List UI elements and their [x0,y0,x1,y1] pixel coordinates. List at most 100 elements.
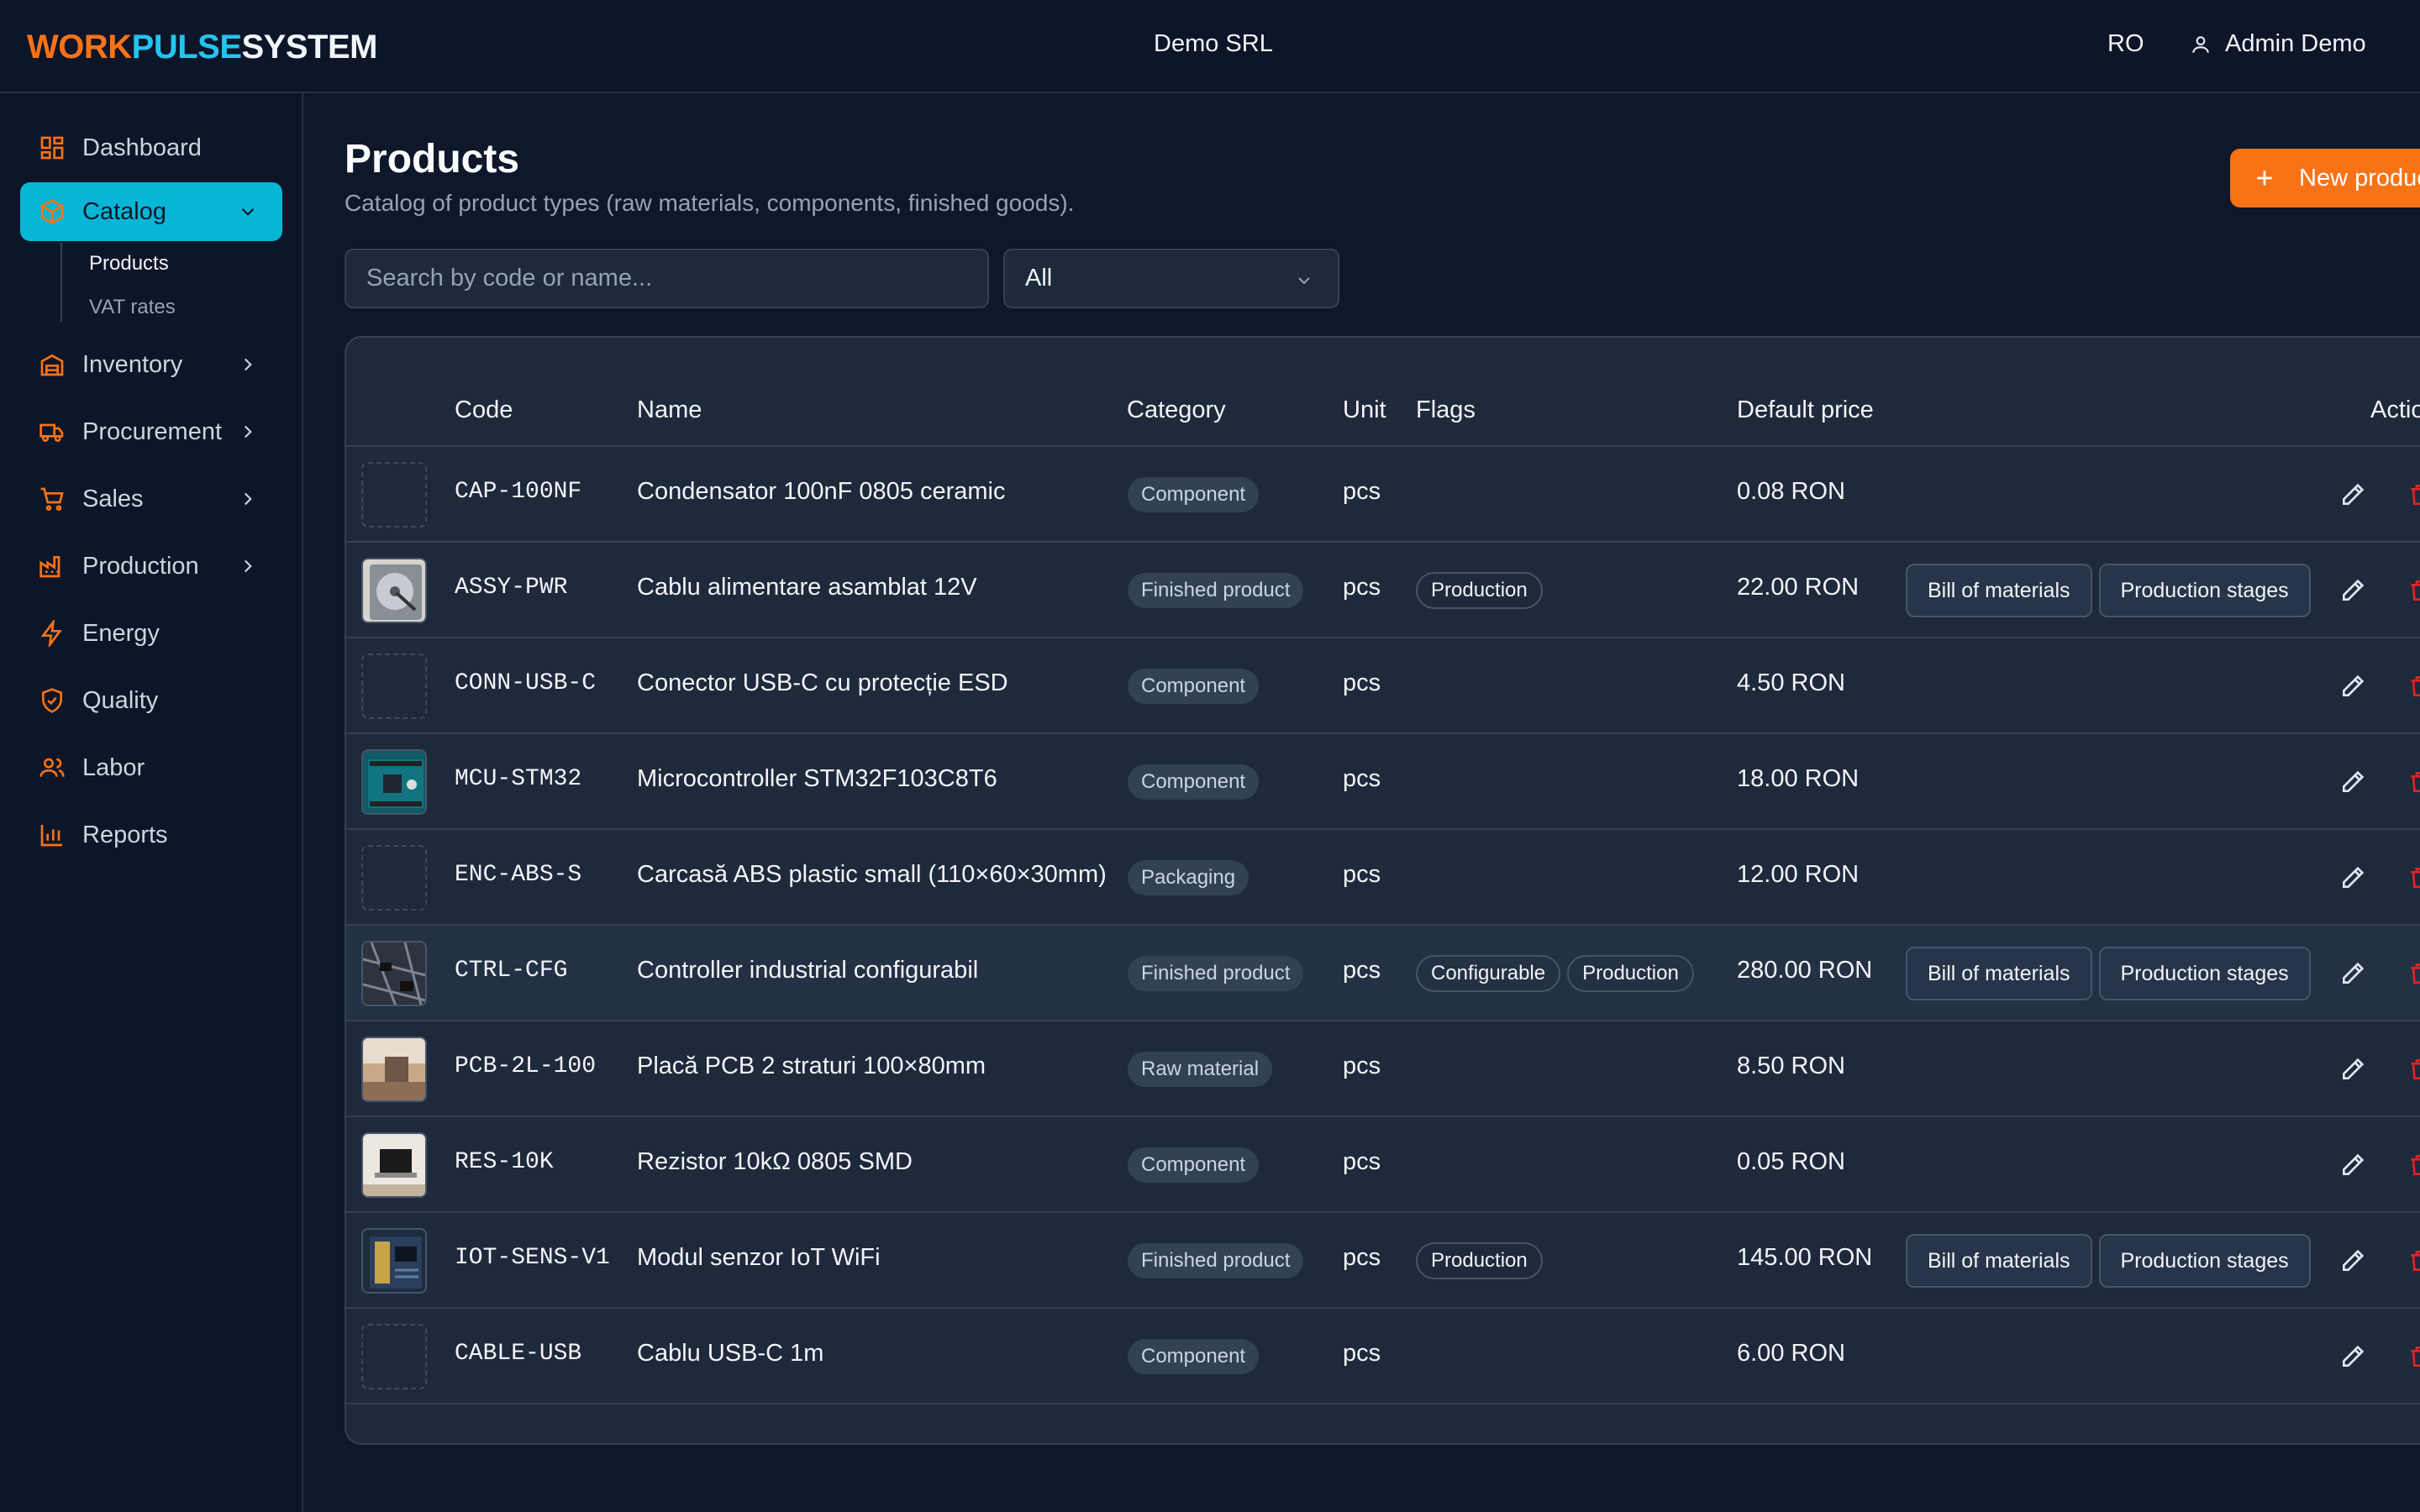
product-price: 280.00 RON [1737,957,1873,984]
edit-icon[interactable] [2339,769,2366,795]
product-code: RES-10K [455,1149,554,1175]
sidebar-item-labor[interactable]: Labor [20,738,282,797]
edit-icon[interactable] [2339,960,2366,987]
product-thumbnail [361,462,427,528]
delete-icon[interactable] [2407,769,2420,795]
bill-of-materials-button[interactable]: Bill of materials [1906,947,2092,1000]
product-code: MCU-STM32 [455,766,582,792]
product-code: ASSY-PWR [455,575,568,601]
product-thumbnail [361,941,427,1006]
edit-icon[interactable] [2339,673,2366,700]
column-header-category[interactable]: Category [1127,396,1226,424]
language-switcher[interactable]: RO [2107,30,2144,58]
edit-icon[interactable] [2339,864,2366,891]
sidebar-item-quality[interactable]: Quality [20,671,282,730]
category-filter-select[interactable]: All [1003,249,1339,308]
edit-icon[interactable] [2339,1056,2366,1083]
edit-icon[interactable] [2339,1343,2366,1370]
delete-icon[interactable] [2407,481,2420,508]
sidebar-item-inventory[interactable]: Inventory [20,335,282,394]
delete-icon[interactable] [2407,1152,2420,1179]
edit-icon[interactable] [2339,481,2366,508]
delete-icon[interactable] [2407,864,2420,891]
category-badge: Component [1128,669,1260,704]
delete-icon[interactable] [2407,960,2420,987]
product-unit: pcs [1343,765,1381,792]
edit-icon[interactable] [2339,1152,2366,1179]
category-badge: Component [1128,764,1260,800]
table-row[interactable]: ASSY-PWR Cablu alimentare asamblat 12V Fin… [346,543,2420,638]
company-name[interactable]: Demo SRL [1154,30,1273,58]
product-price: 0.08 RON [1737,478,1845,505]
delete-icon[interactable] [2407,1056,2420,1083]
sidebar-item-production[interactable]: Production [20,537,282,596]
production-stages-button[interactable]: Production stages [2098,947,2311,1000]
delete-icon[interactable] [2407,577,2420,604]
product-price: 22.00 RON [1737,574,1860,601]
sidebar-item-procurement[interactable]: Procurement [20,402,282,461]
product-unit: pcs [1343,1053,1381,1079]
delete-icon[interactable] [2407,1247,2420,1274]
sidebar-item-sales[interactable]: Sales [20,470,282,528]
catalog-icon [39,198,66,225]
delete-icon[interactable] [2407,1343,2420,1370]
product-thumbnail [361,845,427,911]
table-row[interactable]: RES-10K Rezistor 10kΩ 0805 SMD Component pc… [346,1117,2420,1213]
column-header-unit[interactable]: Unit [1343,396,1386,424]
page-title: Products [345,137,520,181]
edit-icon[interactable] [2339,577,2366,604]
bill-of-materials-button[interactable]: Bill of materials [1906,564,2092,617]
table-row[interactable]: MCU-STM32 Microcontroller STM32F103C8T6 Co… [346,734,2420,830]
product-unit: pcs [1343,1340,1381,1367]
delete-icon[interactable] [2407,673,2420,700]
new-product-button[interactable]: New product [2230,149,2420,207]
table-row[interactable]: CTRL-CFG Controller industrial configurab… [346,926,2420,1021]
sidebar-item-catalog[interactable]: Catalog [20,182,282,241]
app-logo[interactable]: WORKPULSESYSTEM [27,29,377,66]
search-input[interactable] [345,249,989,308]
flags-cell: Production [1416,1242,1543,1279]
column-header-code[interactable]: Code [455,396,513,424]
flag-badge: Configurable [1416,955,1561,992]
product-name: Controller industrial configurabil [637,957,979,984]
product-thumbnail [361,558,427,623]
flags-cell: Production [1416,572,1543,609]
production-stages-button[interactable]: Production stages [2098,1234,2311,1288]
chevron-right-icon [244,559,252,573]
chevron-right-icon [244,492,252,506]
bill-of-materials-button[interactable]: Bill of materials [1906,1234,2092,1288]
sidebar-item-energy[interactable]: Energy [20,604,282,663]
table-row[interactable]: CABLE-USB Cablu USB-C 1m Component pcs 6.00 … [346,1309,2420,1404]
category-badge: Raw material [1128,1052,1273,1087]
dashboard-icon [39,134,66,161]
table-row[interactable]: CAP-100NF Condensator 100nF 0805 ceramic C… [346,447,2420,543]
column-header-price[interactable]: Default price [1737,396,1874,424]
flag-badge: Production [1416,1242,1543,1279]
table-row[interactable]: CONN-USB-C Conector USB-C cu protecție ES… [346,638,2420,734]
product-thumbnail [361,1132,427,1198]
sidebar-item-reports[interactable]: Reports [20,806,282,864]
product-thumbnail [361,654,427,719]
product-thumbnail [361,1228,427,1294]
sidebar-item-dashboard[interactable]: Dashboard [20,118,282,177]
product-price: 12.00 RON [1737,861,1860,888]
production-stages-button[interactable]: Production stages [2098,564,2311,617]
chevron-right-icon [244,358,252,371]
category-badge: Component [1128,1339,1260,1374]
plus-icon [2257,171,2272,186]
table-row[interactable]: ENC-ABS-S Carcasă ABS plastic small (110×… [346,830,2420,926]
product-code: CABLE-USB [455,1341,582,1367]
product-code: CONN-USB-C [455,670,597,696]
edit-icon[interactable] [2339,1247,2366,1274]
sidebar-subitem-vat-rates[interactable]: VAT rates [89,296,176,319]
product-unit: pcs [1343,478,1381,505]
category-badge: Finished product [1128,573,1304,608]
user-menu[interactable]: Admin Demo [2190,30,2366,58]
table-row[interactable]: IOT-SENS-V1 Modul senzor IoT WiFi Finished… [346,1213,2420,1309]
product-unit: pcs [1343,574,1381,601]
column-header-name[interactable]: Name [637,396,702,424]
sidebar-subitem-products[interactable]: Products [89,252,169,276]
product-code: PCB-2L-100 [455,1053,597,1079]
column-header-actions: Actions [2370,396,2420,423]
table-row[interactable]: PCB-2L-100 Placă PCB 2 straturi 100×80mm R… [346,1021,2420,1117]
